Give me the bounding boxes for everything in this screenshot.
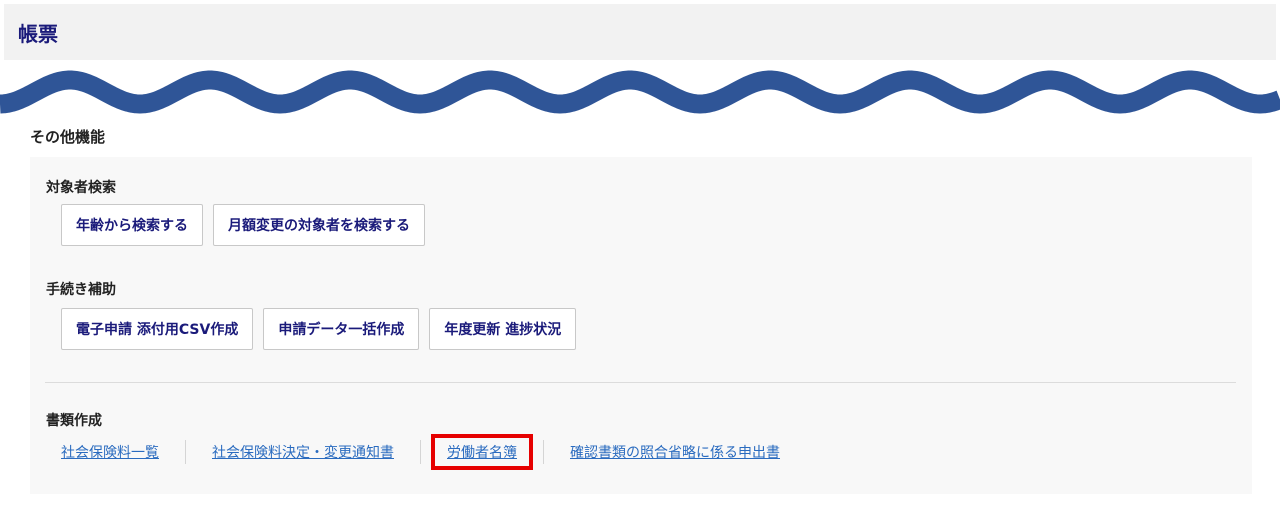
- procedure-button-row: 電子申請 添付用CSV作成 申請データ一括作成 年度更新 進捗状況: [61, 308, 577, 350]
- page-title: 帳票: [18, 22, 58, 46]
- annual-update-progress-button[interactable]: 年度更新 進捗状況: [429, 308, 577, 350]
- insurance-notice-link[interactable]: 社会保険料決定・変更通知書: [200, 438, 406, 466]
- verification-omission-link[interactable]: 確認書類の照合省略に係る申出書: [558, 438, 792, 466]
- group-title-documents: 書類作成: [46, 413, 102, 429]
- bulk-application-data-button[interactable]: 申請データ一括作成: [263, 308, 420, 350]
- page-header: 帳票: [4, 4, 1276, 60]
- search-button-row: 年齢から検索する 月額変更の対象者を検索する: [61, 204, 425, 246]
- section-title: その他機能: [30, 128, 106, 146]
- link-separator: [420, 440, 421, 464]
- link-separator: [543, 440, 544, 464]
- search-monthly-change-button[interactable]: 月額変更の対象者を検索する: [213, 204, 425, 246]
- group-title-search: 対象者検索: [46, 180, 116, 196]
- link-separator: [185, 440, 186, 464]
- wave-divider: [0, 70, 1280, 114]
- worker-register-link[interactable]: 労働者名簿: [431, 434, 533, 470]
- section-divider: [45, 382, 1236, 383]
- other-functions-panel: 対象者検索 年齢から検索する 月額変更の対象者を検索する 手続き補助 電子申請 …: [30, 157, 1252, 494]
- document-links: 社会保険料一覧 社会保険料決定・変更通知書 労働者名簿 確認書類の照合省略に係る…: [61, 434, 792, 470]
- search-by-age-button[interactable]: 年齢から検索する: [61, 204, 203, 246]
- csv-creation-button[interactable]: 電子申請 添付用CSV作成: [61, 308, 254, 350]
- group-title-procedure: 手続き補助: [46, 282, 116, 298]
- insurance-list-link[interactable]: 社会保険料一覧: [61, 438, 171, 466]
